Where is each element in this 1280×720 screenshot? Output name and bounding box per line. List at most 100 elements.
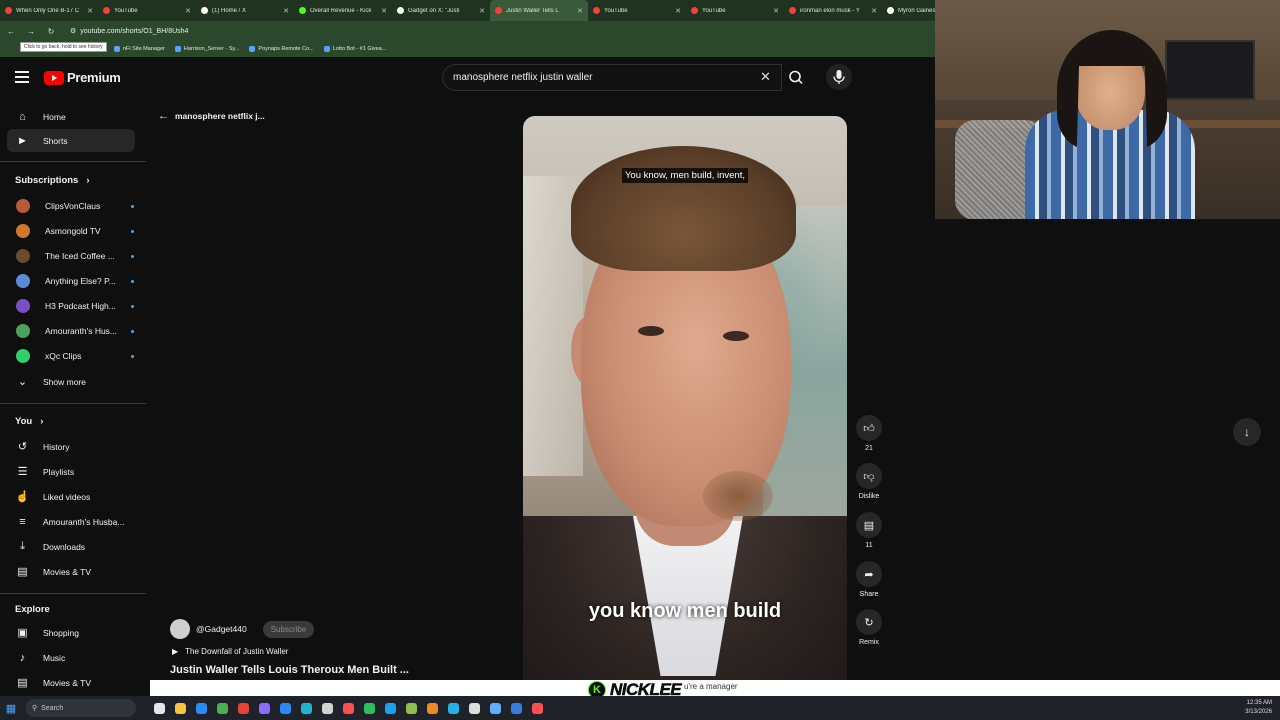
taskbar-app-icon[interactable] [175,702,186,714]
video-title[interactable]: Justin Waller Tells Louis Theroux Men Bu… [170,664,409,676]
subscription-item[interactable]: The Iced Coffee ... [16,246,134,266]
url-field[interactable]: ⚙ youtube.com/shorts/O1_BH/8Ush4 [70,27,188,36]
taskbar-app-icon[interactable] [406,702,417,714]
taskbar-app-icon[interactable] [259,702,270,714]
taskbar-app-icon[interactable] [343,702,354,714]
browser-tab[interactable]: YouTube ✕ [588,0,686,21]
share-button[interactable]: ➦ [856,561,882,587]
sidebar-item-home[interactable]: ⌂ Home [7,105,135,128]
browser-tab[interactable]: YouTube ✕ [686,0,784,21]
browser-tab[interactable]: Overall Revenue - Kick ✕ [294,0,392,21]
tab-title: YouTube [702,7,726,14]
you-heading[interactable]: You › [15,416,43,427]
windows-taskbar: ▦ ⚲ Search 12:35 AM 3/13/2026 [0,696,1280,720]
subscription-item[interactable]: Amouranth's Hus... [16,321,134,341]
subscription-item[interactable]: Anything Else? P... [16,271,134,291]
back-icon[interactable]: ← [6,27,16,36]
taskbar-app-icon[interactable] [217,702,228,714]
close-tab-icon[interactable]: ✕ [773,7,779,15]
close-tab-icon[interactable]: ✕ [185,7,191,15]
channel-avatar[interactable] [170,619,190,639]
close-tab-icon[interactable]: ✕ [577,7,583,15]
system-clock[interactable]: 12:35 AM 3/13/2026 [1245,699,1272,717]
close-tab-icon[interactable]: ✕ [283,7,289,15]
bookmark[interactable]: Poynaps Remote Co... [249,46,314,52]
browser-tab[interactable]: When Only One B-17 C ✕ [0,0,98,21]
windows-start-icon[interactable]: ▦ [0,696,22,720]
subscription-item[interactable]: xQc Clips [16,346,134,366]
search-button[interactable] [782,64,810,91]
short-video-player[interactable]: You know, men build, invent, you know me… [523,116,847,680]
tab-favicon-icon [103,7,110,14]
like-button[interactable]: 👍︎ [856,415,882,441]
next-short-button[interactable]: ↓ [1233,418,1261,446]
browser-tab[interactable]: Myron Gaines✕ [882,0,935,21]
sidebar-item[interactable]: ⤓ Downloads [7,535,135,558]
taskbar-app-icon[interactable] [385,702,396,714]
sidebar-item[interactable]: ▤ Movies & TV [7,560,135,583]
site-info-icon[interactable]: ⚙ [70,27,76,35]
taskbar-app-icon[interactable] [490,702,501,714]
browser-tab[interactable]: Justin Waller Tells L ✕ [490,0,588,21]
close-tab-icon[interactable]: ✕ [675,7,681,15]
taskbar-app-icon[interactable] [469,702,480,714]
close-tab-icon[interactable]: ✕ [479,7,485,15]
taskbar-app-icon[interactable] [511,702,522,714]
sidebar-item-shorts[interactable]: ► Shorts [7,129,135,152]
channel-name[interactable]: @Gadget440 [196,624,247,634]
bookmark[interactable]: nFi Site Manager [114,46,165,52]
sidebar-item[interactable]: ☝ Liked videos [7,485,135,508]
subscribe-button[interactable]: Subscribe [262,620,315,638]
taskbar-app-icon[interactable] [154,702,165,714]
browser-tab[interactable]: Gadget on X: "Justi ✕ [392,0,490,21]
dislike-button[interactable]: 👎︎ [856,463,882,489]
channel-avatar [16,299,30,313]
browser-tab[interactable]: (1) Home / X ✕ [196,0,294,21]
remix-button[interactable]: ↻ [856,609,882,635]
close-tab-icon[interactable]: ✕ [381,7,387,15]
search-input[interactable]: manosphere netflix justin waller [442,64,782,91]
forward-icon[interactable]: → [26,27,36,36]
arrow-left-icon: ← [158,110,169,122]
playlist-icon: ≡ [19,515,26,528]
sidebar-item[interactable]: ▣ Shopping [7,621,135,644]
youtube-logo[interactable]: Premium [44,70,121,85]
subscriptions-heading[interactable]: Subscriptions › [15,175,90,186]
clear-search-icon[interactable]: ✕ [760,69,771,85]
sidebar-item[interactable]: ↺ History [7,435,135,458]
taskbar-app-icon[interactable] [280,702,291,714]
sidebar-item[interactable]: ▤ Movies & TV [7,671,135,694]
taskbar-app-icon[interactable] [532,702,543,714]
sidebar-item-label: Amouranth's Husba... [43,516,125,527]
subscription-item[interactable]: ClipsVonClaus [16,196,134,216]
browser-tab[interactable]: YouTube ✕ [98,0,196,21]
taskbar-app-icon[interactable] [196,702,207,714]
show-more-button[interactable]: ⌄ Show more [7,370,135,393]
close-tab-icon[interactable]: ✕ [871,7,877,15]
taskbar-app-icon[interactable] [448,702,459,714]
subscription-label: Amouranth's Hus... [45,326,118,336]
reload-icon[interactable]: ↻ [46,27,56,36]
taskbar-search[interactable]: ⚲ Search [26,699,136,717]
sidebar-item[interactable]: ☰ Playlists [7,460,135,483]
sidebar-item[interactable]: ≡ Amouranth's Husba... [7,510,135,533]
bookmark[interactable]: Lotto Bot - #1 Givea... [323,46,386,52]
close-tab-icon[interactable]: ✕ [87,7,93,15]
bookmark[interactable]: Harrison_Server - Sy... [174,46,239,52]
voice-search-button[interactable] [826,64,852,90]
menu-icon[interactable] [15,71,29,83]
taskbar-app-icon[interactable] [322,702,333,714]
subscription-item[interactable]: H3 Podcast High... [16,296,134,316]
browser-tab[interactable]: ironman elon musk - Y ✕ [784,0,882,21]
taskbar-app-icon[interactable] [238,702,249,714]
subscription-item[interactable]: Asmongold TV [16,221,134,241]
taskbar-app-icon[interactable] [301,702,312,714]
taskbar-app-icon[interactable] [427,702,438,714]
taskbar-app-icon[interactable] [364,702,375,714]
sidebar-item[interactable]: ♪ Music [7,646,135,669]
playlist-link[interactable]: ▶ The Downfall of Justin Waller [172,647,288,656]
new-content-dot [131,204,134,208]
comments-button[interactable]: ▤ [856,512,882,538]
back-to-search-button[interactable]: ← manosphere netflix j... [158,110,265,122]
remix-action: ↻ Remix [856,609,882,646]
